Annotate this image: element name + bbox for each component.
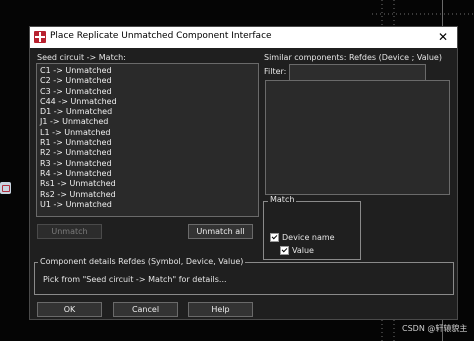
- seed-list-item[interactable]: R4 -> Unmatched: [40, 169, 258, 179]
- component-details-title: Component details Refdes (Symbol, Device…: [38, 257, 246, 266]
- similar-components-list[interactable]: [265, 80, 450, 195]
- seed-list-item[interactable]: C3 -> Unmatched: [40, 87, 258, 97]
- replicate-app-icon: [34, 31, 46, 43]
- value-checkbox[interactable]: [280, 246, 289, 255]
- replicate-dialog: Place Replicate Unmatched Component Inte…: [29, 26, 458, 320]
- unmatch-all-button[interactable]: Unmatch all: [188, 224, 253, 239]
- title-bar[interactable]: Place Replicate Unmatched Component Inte…: [30, 27, 457, 48]
- filter-label: Filter:: [264, 67, 287, 76]
- seed-list-item[interactable]: Rs1 -> Unmatched: [40, 179, 258, 189]
- window-title: Place Replicate Unmatched Component Inte…: [50, 31, 272, 41]
- close-icon[interactable]: ✕: [435, 29, 451, 45]
- watermark-text: CSDN @轩辕貌主: [402, 324, 468, 333]
- seed-circuit-label: Seed circuit -> Match:: [37, 53, 126, 62]
- ok-button[interactable]: OK: [37, 302, 102, 317]
- unmatch-button[interactable]: Unmatch: [37, 224, 102, 239]
- seed-list-item[interactable]: D1 -> Unmatched: [40, 107, 258, 117]
- help-button[interactable]: Help: [188, 302, 253, 317]
- component-details-text: Pick from "Seed circuit -> Match" for de…: [43, 275, 227, 284]
- seed-list-item[interactable]: L1 -> Unmatched: [40, 128, 258, 138]
- value-label: Value: [292, 246, 314, 255]
- similar-components-label: Similar components: Refdes (Device ; Val…: [264, 53, 442, 62]
- seed-list-item[interactable]: C1 -> Unmatched: [40, 66, 258, 76]
- seed-list-item[interactable]: C44 -> Unmatched: [40, 97, 258, 107]
- seed-list-item[interactable]: Rs2 -> Unmatched: [40, 190, 258, 200]
- seed-list-item[interactable]: J1 -> Unmatched: [40, 117, 258, 127]
- device-name-label: Device name: [282, 233, 335, 242]
- seed-circuit-list[interactable]: C1 -> Unmatched C2 -> Unmatched C3 -> Unma…: [36, 63, 259, 217]
- component-icon: [0, 182, 11, 194]
- seed-list-item[interactable]: R3 -> Unmatched: [40, 159, 258, 169]
- device-name-checkbox[interactable]: [270, 233, 279, 242]
- filter-input[interactable]: [289, 64, 426, 81]
- seed-list-item[interactable]: R2 -> Unmatched: [40, 148, 258, 158]
- seed-list-item[interactable]: R1 -> Unmatched: [40, 138, 258, 148]
- seed-list-item[interactable]: U1 -> Unmatched: [40, 200, 258, 210]
- cancel-button[interactable]: Cancel: [113, 302, 178, 317]
- match-group-title: Match: [268, 195, 297, 204]
- seed-list-item[interactable]: C2 -> Unmatched: [40, 76, 258, 86]
